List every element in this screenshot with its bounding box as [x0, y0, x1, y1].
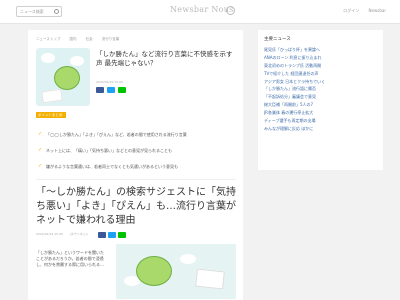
facebook-share-button[interactable] [98, 232, 106, 238]
sidebar-news-link[interactable]: ディープ選手も再定期の出場 [264, 117, 379, 125]
breadcrumb-item: 流行り言葉 [101, 37, 120, 41]
sidebar-news-link[interactable]: JR各業体 春の運行停止拡大 [264, 109, 379, 117]
search-input[interactable]: ニュース検索 [16, 6, 62, 17]
article-body: 「しか勝たん」というワードを聞いたことがあるだろうか。若者の間で浸透し、何かを賞… [36, 250, 104, 267]
summary-item-text: 「◯◯しか勝たん」「よき」「ぴえん」など、若者の間で使用される流行り言葉 [46, 132, 187, 137]
sidebar-title: 主要ニュース [264, 37, 291, 42]
cloud-shape [180, 254, 196, 264]
headline-date: 2022/02/19 15:00 Jタウンネット [36, 232, 89, 236]
sidebar-news-link[interactable]: 「しか勝たん」流行語に賛否 [264, 85, 379, 93]
sidebar-top-news: 主要ニュース 尾見氏「ひっぱり杯」を異論へ ANAのローン 利息に振り込まれ 東… [258, 30, 383, 170]
article-thumbnail [36, 48, 90, 106]
sidebar-news-link[interactable]: アジア男女 日本とクラ持ちでいく [264, 78, 379, 86]
cloud-shape [41, 53, 55, 63]
sidebar-news-link[interactable]: みんなが理解に反応 ほかに [264, 125, 379, 133]
summary-label: ポイントまとめ [36, 112, 66, 118]
green-character-illustration [136, 256, 172, 286]
breadcrumb-item[interactable]: 国内 [69, 37, 76, 41]
share-buttons [96, 87, 126, 93]
article-headline: 「～しか勝たん」の検索サジェストに「気持ち悪い」「よき」「ぴえん」も…流行り言葉… [36, 187, 236, 226]
newsbar-link[interactable]: Newsbar [369, 8, 386, 13]
site-logo[interactable]: Newsbar Nous [170, 5, 234, 14]
headline-date-text: 2022/02/19 15:00 [36, 232, 63, 236]
article-date: 2022/02/19 15:00 [96, 80, 123, 84]
sidebar-news-list: 尾見氏「ひっぱり杯」を異論へ ANAのローン 利息に振り込まれ 東北初めのトラン… [264, 46, 379, 133]
sidebar-news-link[interactable]: 東北初めのトランプ氏 活動再開 [264, 62, 379, 70]
summary-item: ✓ 「◯◯しか勝たん」「よき」「ぴえん」など、若者の間で使用される流行り言葉 [38, 132, 231, 138]
login-link[interactable]: ログイン [343, 8, 359, 13]
green-character-illustration [54, 66, 80, 90]
facebook-share-button[interactable] [96, 87, 104, 93]
check-icon: ✓ [38, 163, 43, 169]
search-icon[interactable] [54, 9, 59, 14]
summary-item: ✓ ネット上には、「痛い」「気持ち悪い」などとの意見が見られることも [38, 148, 231, 154]
cloud-shape [70, 56, 84, 66]
summary-item-text: 嫌がるような言葉遣いは、若者同士でなくとも気遣いがあるという意見も [46, 164, 178, 169]
article-body-image [116, 244, 236, 299]
summary-box: ✓ 「◯◯しか勝たん」「よき」「ぴえん」など、若者の間で使用される流行り言葉 ✓… [36, 122, 236, 180]
check-icon: ✓ [38, 147, 43, 153]
line-share-button[interactable] [118, 232, 126, 238]
top-bar: ニュース検索 Newsbar Nous ログイン Newsbar [0, 0, 400, 24]
sidebar-news-link[interactable]: 「不起訴処分」審議会で意見 [264, 93, 379, 101]
sidebar-news-link[interactable]: TVで紹介した 経団連退任の声 [264, 70, 379, 78]
breadcrumb: ニューストップ 国内 社会 流行り言葉 [36, 37, 127, 42]
headline-share-buttons [98, 232, 126, 238]
summary-item-text: ネット上には、「痛い」「気持ち悪い」などとの意見が見られることも [46, 148, 172, 153]
card-illustration [195, 268, 225, 290]
twitter-share-button[interactable] [107, 87, 115, 93]
summary-item: ✓ 嫌がるような言葉遣いは、若者同士でなくとも気遣いがあるという意見も [38, 164, 231, 170]
logo-mascot-icon [226, 6, 235, 15]
sidebar-news-link[interactable]: 尾見氏「ひっぱり杯」を異論へ [264, 46, 379, 54]
article-container: ニューストップ 国内 社会 流行り言葉 「しか勝たん」など流行り言葉に不快感を示… [28, 30, 243, 300]
check-icon: ✓ [38, 131, 43, 137]
article-title: 「しか勝たん」など流行り言葉に不快感を示す声 最先端じゃない？ [96, 50, 233, 67]
breadcrumb-item[interactable]: 社会 [86, 37, 93, 41]
headline-source[interactable]: Jタウンネット [70, 232, 89, 236]
line-share-button[interactable] [118, 87, 126, 93]
sidebar-news-link[interactable]: 総大臣補「再開前」5人の7 [264, 101, 379, 109]
sidebar-news-link[interactable]: ANAのローン 利息に振り込まれ [264, 54, 379, 62]
breadcrumb-item[interactable]: ニューストップ [36, 37, 60, 41]
summary-section: ポイントまとめ ✓ 「◯◯しか勝たん」「よき」「ぴえん」など、若者の間で使用され… [36, 112, 236, 182]
search-placeholder: ニュース検索 [20, 9, 44, 14]
header-nav: ログイン Newsbar [335, 8, 386, 14]
twitter-share-button[interactable] [108, 232, 116, 238]
card-illustration [41, 88, 63, 104]
